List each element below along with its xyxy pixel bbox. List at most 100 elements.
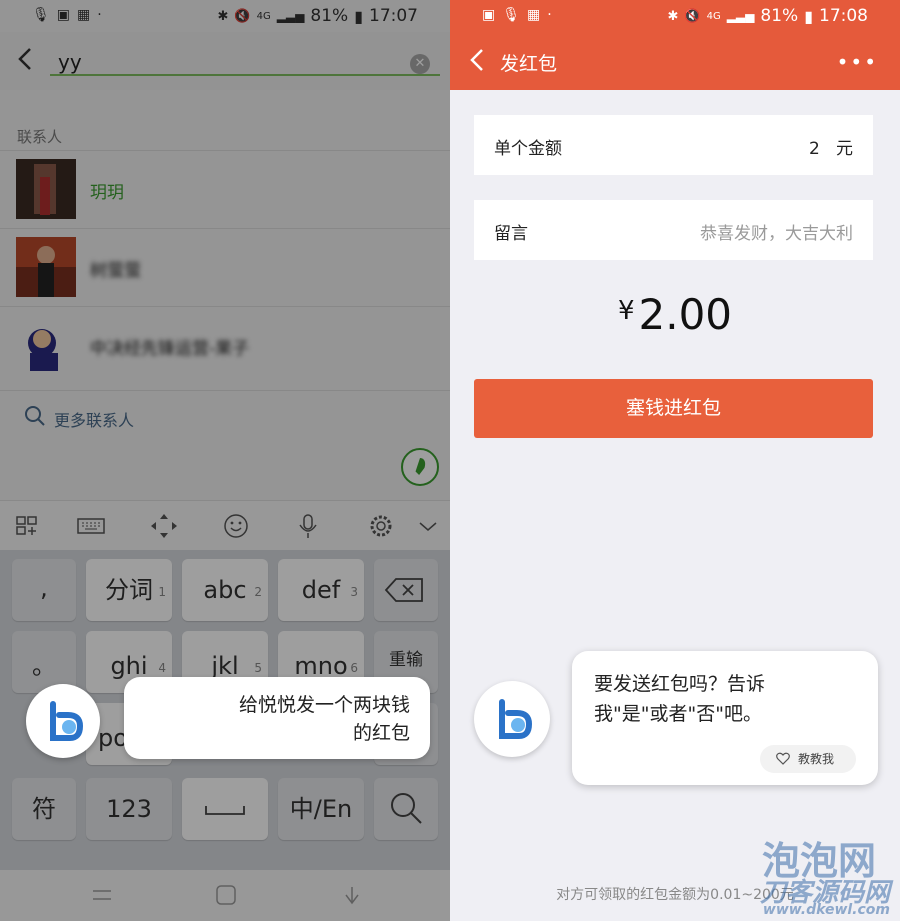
- notification-icons: 🎙 ▣ ▦ ·: [32, 7, 102, 23]
- clock: 17:08: [819, 6, 868, 26]
- key-def[interactable]: def 3: [278, 559, 364, 621]
- contact-row[interactable]: 中决经先锋运营-果子: [0, 306, 450, 384]
- bubble-line: 的红包: [352, 722, 410, 744]
- battery-percent: 81%: [310, 6, 349, 26]
- key-comma[interactable]: ,: [12, 559, 76, 621]
- mic-icon: 🎙: [32, 7, 50, 23]
- clear-search-button[interactable]: ✕: [410, 54, 430, 74]
- chevron-down-icon[interactable]: [414, 513, 442, 539]
- bluetooth-icon: ✱: [217, 8, 229, 24]
- header-bar: ▣ 🎙 ▦ · ✱ 🔇 4G ▂▃▅ 81% ▮ 17:08 发红包 •••: [450, 0, 900, 90]
- send-red-packet-button[interactable]: 塞钱进红包: [474, 379, 873, 438]
- network-label: 4G: [706, 10, 721, 22]
- currency-symbol: ¥: [617, 296, 635, 326]
- more-contacts-link[interactable]: 更多联系人: [0, 390, 450, 440]
- message-placeholder[interactable]: 恭喜发财，大吉大利: [700, 219, 853, 244]
- left-screenshot: 🎙 ▣ ▦ · ✱ 🔇 4G ▂▃▅ 81% ▮ 17:07 yy ✕ 联系人 …: [0, 0, 450, 921]
- gear-icon[interactable]: [367, 513, 395, 539]
- clock: 17:07: [369, 6, 418, 26]
- signal-icon: ▂▃▅: [726, 9, 755, 23]
- amount-field[interactable]: 单个金额 2 元: [474, 115, 873, 175]
- message-label: 留言: [494, 224, 528, 244]
- watermark: 泡泡网 刀客源码网 www.dkewl.com: [690, 830, 890, 920]
- app-icon: ▦: [527, 7, 541, 23]
- more-menu-icon[interactable]: •••: [837, 50, 878, 74]
- avatar: [16, 159, 76, 219]
- search-input[interactable]: yy: [50, 48, 440, 76]
- keyboard-icon[interactable]: [77, 513, 105, 539]
- battery-percent: 81%: [760, 6, 799, 26]
- status-bar: ▣ 🎙 ▦ · ✱ 🔇 4G ▂▃▅ 81% ▮ 17:08: [450, 0, 900, 32]
- grid-plus-icon[interactable]: [14, 513, 42, 539]
- system-icons: ✱ 🔇 4G ▂▃▅ 81% ▮ 17:08: [667, 6, 868, 26]
- emoji-icon[interactable]: [222, 513, 250, 539]
- key-fenci[interactable]: 分词 1: [86, 559, 172, 621]
- contact-row[interactable]: 树萤萤: [0, 228, 450, 306]
- voice-input-button[interactable]: [401, 448, 439, 486]
- key-abc[interactable]: abc 2: [182, 559, 268, 621]
- back-arrow-icon[interactable]: [466, 46, 488, 74]
- signal-icon: ▂▃▅: [276, 9, 305, 23]
- total-value: 2.00: [638, 290, 733, 339]
- recent-apps-icon[interactable]: [90, 884, 114, 906]
- battery-icon: ▮: [354, 6, 363, 26]
- battery-icon: ▮: [804, 6, 813, 26]
- image-icon: ▣: [482, 7, 496, 23]
- contact-name: 玥玥: [90, 183, 124, 203]
- cursor-move-icon[interactable]: [150, 513, 178, 539]
- image-icon: ▣: [56, 7, 71, 23]
- more-contacts-label: 更多联系人: [54, 411, 135, 430]
- bixby-button[interactable]: [474, 681, 550, 757]
- mute-icon: 🔇: [684, 8, 701, 24]
- key-symbols[interactable]: 符: [12, 778, 76, 840]
- bixby-button[interactable]: [26, 684, 100, 758]
- amount-label: 单个金额: [494, 139, 562, 159]
- key-lang-switch[interactable]: 中/En: [278, 778, 364, 840]
- notification-icons: ▣ 🎙 ▦ ·: [482, 7, 552, 23]
- avatar: [16, 315, 76, 375]
- status-bar: 🎙 ▣ ▦ · ✱ 🔇 4G ▂▃▅ 81% ▮ 17:07: [0, 0, 450, 32]
- key-search[interactable]: [374, 778, 438, 840]
- bixby-speech-bubble: 给悦悦发一个两块钱 的红包: [124, 677, 430, 759]
- teach-me-label: 教教我: [798, 752, 835, 766]
- key-123[interactable]: 123: [86, 778, 172, 840]
- nav-bar: [0, 870, 450, 921]
- back-icon[interactable]: [340, 883, 364, 907]
- bixby-logo-icon: [499, 699, 533, 739]
- home-icon[interactable]: [214, 883, 238, 907]
- bixby-question: 要发送红包吗？告诉 我"是"或者"否"吧。: [594, 673, 766, 725]
- amount-value[interactable]: 2 元: [809, 134, 853, 159]
- right-screenshot: ▣ 🎙 ▦ · ✱ 🔇 4G ▂▃▅ 81% ▮ 17:08 发红包 ••• 单…: [450, 0, 900, 921]
- contact-name: 中决经先锋运营-果子: [90, 339, 250, 359]
- teach-me-button[interactable]: 教教我: [760, 745, 856, 773]
- microphone-icon[interactable]: [294, 513, 322, 539]
- back-arrow-icon[interactable]: [14, 44, 36, 74]
- bixby-speech-bubble: 要发送红包吗？告诉 我"是"或者"否"吧。 教教我: [572, 651, 878, 785]
- keyboard-toolbar: [0, 500, 450, 550]
- mic-icon: 🎙: [502, 7, 521, 23]
- message-field[interactable]: 留言 恭喜发财，大吉大利: [474, 200, 873, 260]
- space-key[interactable]: [182, 778, 268, 840]
- system-icons: ✱ 🔇 4G ▂▃▅ 81% ▮ 17:07: [217, 6, 418, 26]
- network-label: 4G: [256, 10, 271, 22]
- app-icon: ▦: [77, 7, 91, 23]
- search-icon: [25, 406, 45, 426]
- page-title: 发红包: [500, 53, 558, 75]
- bixby-logo-icon: [50, 701, 84, 741]
- dot-icon: ·: [547, 7, 552, 23]
- contact-row[interactable]: 玥玥: [0, 150, 450, 228]
- dot-icon: ·: [97, 7, 102, 23]
- microphone-icon: [415, 458, 426, 476]
- total-amount: ¥2.00: [450, 290, 900, 339]
- avatar: [16, 237, 76, 297]
- bluetooth-icon: ✱: [667, 8, 679, 24]
- heart-icon: [776, 752, 790, 765]
- watermark-url: www.dkewl.com: [762, 902, 890, 918]
- contact-name: 树萤萤: [90, 261, 141, 281]
- bubble-line: 给悦悦发一个两块钱: [238, 694, 410, 716]
- search-bar: yy ✕: [0, 32, 450, 90]
- backspace-button[interactable]: [374, 559, 438, 621]
- space-icon: [205, 806, 245, 815]
- search-icon: [391, 793, 422, 824]
- mute-icon: 🔇: [234, 8, 251, 24]
